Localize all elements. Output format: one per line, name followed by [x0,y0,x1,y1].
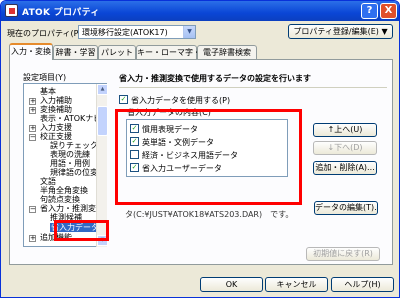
expand-icon[interactable]: + [29,98,36,105]
divider [119,87,387,88]
property-register-edit-button[interactable]: プロパティ登録/編集(E) ▼ [288,24,393,39]
tree-item-conversion-assist[interactable]: 変換補助 [40,105,72,114]
help-button[interactable]: ヘルプ(H) [331,277,394,292]
tree-item-input-support[interactable]: 入力支援 [40,123,72,132]
list-item[interactable]: 慣用表現データ [142,124,198,135]
section-heading: 省入力・推測変換で使用するデータの設定を行います [119,74,311,83]
scroll-thumb[interactable] [97,106,108,136]
tree-item-display-atok-navi[interactable]: 表示・ATOKナビ [40,114,101,123]
tree-item-shortcut-data[interactable]: 省入力データ [50,223,100,232]
tree-scrollbar[interactable]: ▲ ▼ [96,84,108,247]
item-checkbox-english[interactable]: ✓ [130,137,139,146]
tab-key-romaji-color[interactable]: キー・ローマ字・色 [136,45,209,59]
tree-item-punctuation[interactable]: 句読点変換 [40,195,80,204]
scroll-down-icon[interactable]: ▼ [97,235,108,246]
item-checkbox-user[interactable]: ✓ [130,163,139,172]
cancel-button[interactable]: キャンセル [265,277,328,292]
expand-icon[interactable]: + [29,107,36,114]
current-property-label: 現在のプロパティ(P) [7,29,82,38]
content-label: 省入力データの内容(C) [127,108,211,117]
settings-tree[interactable]: 基本 + 入力補助 + 変換補助 表示・ATOKナビ + 入力支援 − 校正支援… [23,83,107,247]
tree-item-error-check[interactable]: 誤りチェック [50,141,98,150]
add-delete-button[interactable]: 追加・削除(A)... [313,161,377,175]
atok-app-icon [5,4,18,17]
tree-item-expression-refine[interactable]: 表現の洗練 [50,150,90,159]
data-path-description: タ(C:¥JUST¥ATOK18¥ATS203.DAR) です。 [125,210,294,219]
use-shortcut-data-checkbox[interactable]: ✓ [119,95,128,104]
move-down-button[interactable]: ↓下へ(D) [313,141,377,155]
list-item[interactable]: 省入力ユーザーデータ [142,163,222,174]
tab-dictionary-learning[interactable]: 辞書・学習 [53,45,98,59]
expand-icon[interactable]: + [29,125,36,132]
scroll-up-icon[interactable]: ▲ [97,84,108,95]
collapse-icon[interactable]: − [29,206,36,213]
tree-item-proofreading[interactable]: 校正支援 [40,132,72,141]
close-button[interactable]: X [380,3,397,19]
expand-icon[interactable]: + [29,235,36,242]
window-title: ATOK プロパティ [22,8,100,18]
tree-item-input-assist[interactable]: 入力補助 [40,96,72,105]
tree-item-extra-features[interactable]: 追加機能 [40,233,72,242]
tree-item-guess-candidates[interactable]: 推測候補 [50,213,82,222]
tab-palette[interactable]: パレット [98,45,136,59]
item-checkbox-business[interactable] [130,150,139,159]
ok-button[interactable]: OK [200,277,263,292]
shortcut-data-list[interactable]: ✓ 慣用表現データ ✓ 英単語・文例データ 経済・ビジネス用語データ ✓ 省入力… [126,119,288,177]
collapse-icon[interactable]: − [29,134,36,141]
list-item[interactable]: 英単語・文例データ [142,137,214,148]
item-checkbox-idiom[interactable]: ✓ [130,124,139,133]
tab-input-conversion[interactable]: 入力・変換 [9,43,53,60]
help-title-button[interactable]: ? [361,3,378,19]
tree-item-terms-examples[interactable]: 用語・用例 [50,159,90,168]
tree-item-basic[interactable]: 基本 [40,87,56,96]
title-bar[interactable]: ATOK プロパティ ? X [1,1,399,21]
chevron-down-icon: ▼ [183,26,195,38]
tree-item-predictive[interactable]: 省入力・推測変換 [40,204,104,213]
current-property-value: 環境移行設定(ATOK17) [82,28,168,37]
settings-items-label: 設定項目(Y) [23,73,67,82]
reset-default-button[interactable]: 初期値に戻す(R) [306,247,380,261]
tree-item-literary[interactable]: 文語 [40,177,56,186]
atok-property-window: ATOK プロパティ ? X 現在のプロパティ(P) 環境移行設定(ATOK17… [0,0,400,298]
use-shortcut-data-label: 省入力データを使用する(P) [131,96,231,105]
tree-item-rule-words[interactable]: 規律語の位変 [50,168,98,177]
tree-item-halfwidth-fullwidth[interactable]: 半角全角変換 [40,186,88,195]
current-property-select[interactable]: 環境移行設定(ATOK17) ▼ [78,25,196,39]
list-item[interactable]: 経済・ビジネス用語データ [142,150,238,161]
tab-electronic-dictionary[interactable]: 電子辞書検索 [197,45,257,59]
data-edit-button[interactable]: データの編集(T)... [314,201,378,215]
move-up-button[interactable]: ↑上へ(U) [313,123,377,137]
